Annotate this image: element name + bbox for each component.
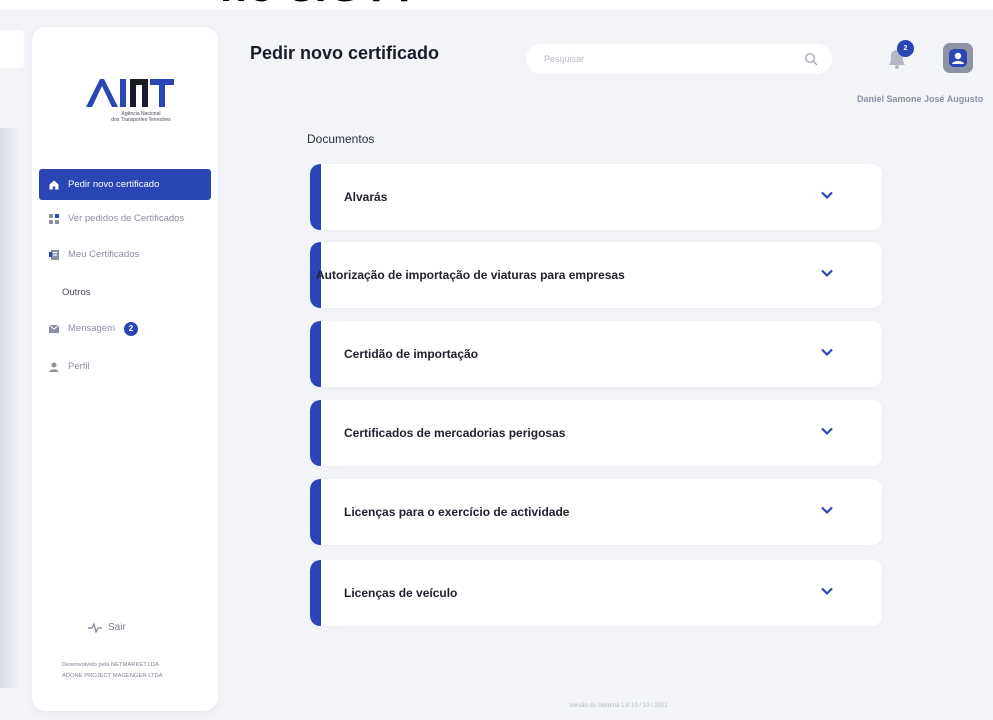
brand-subtitle: Agência Nacional dos Transportes Terrest… (86, 111, 196, 123)
card-accent-bar (310, 560, 321, 626)
document-label: Licenças para o exercício de actividade (344, 505, 570, 519)
document-card-mercadorias-perigosas[interactable]: Certificados de mercadorias perigosas (310, 400, 882, 466)
document-card-licencas-actividade[interactable]: Licenças para o exercício de actividade (310, 479, 882, 545)
chevron-down-icon[interactable] (820, 188, 834, 202)
chevron-down-icon[interactable] (820, 266, 834, 280)
sidebar-item-ver-pedidos[interactable]: Ver pedidos de Certificados (39, 203, 211, 234)
section-title: Documentos (307, 132, 375, 146)
background-cut-text: no siGTT (220, 0, 419, 12)
notification-badge: 2 (897, 40, 914, 57)
document-card-alvaras[interactable]: Alvarás (310, 164, 882, 230)
user-avatar-icon (949, 49, 967, 67)
sidebar: Agência Nacional dos Transportes Terrest… (32, 27, 218, 711)
document-card-licencas-veiculo[interactable]: Licenças de veículo (310, 560, 882, 626)
search-icon[interactable] (804, 52, 818, 66)
background-top (0, 0, 993, 10)
version-footer: Versão do Sistema 1.0 10 / 10 / 2021 (569, 703, 668, 709)
sidebar-item-perfil[interactable]: Perfil (39, 351, 211, 382)
logout-button[interactable]: Sair (88, 622, 126, 633)
sidebar-item-label: Meu Certificados (68, 249, 140, 260)
credits-line2: ADONE PROJECT MAGENGER LTDA (62, 673, 163, 679)
antt-logo-icon (86, 79, 174, 107)
search-input[interactable] (544, 54, 804, 64)
brand-subtitle-line2: dos Transportes Terrestres (111, 117, 171, 123)
brand-logo[interactable]: Agência Nacional dos Transportes Terrest… (82, 75, 192, 145)
pulse-icon (88, 622, 102, 633)
user-name: Daniel Samone José Augusto (857, 94, 984, 104)
home-icon (48, 179, 59, 190)
sidebar-item-label: Mensagem (68, 323, 115, 334)
message-count-badge: 2 (124, 321, 138, 336)
card-accent-bar (310, 400, 321, 466)
document-label: Certidão de importação (344, 347, 479, 361)
grid-icon (48, 213, 59, 224)
credits-line1: Desenvolvido pela NETMARKET.LDA (62, 662, 159, 668)
sidebar-credits: Desenvolvido pela NETMARKET.LDA ADONE PR… (62, 660, 163, 682)
document-label: Alvarás (344, 190, 388, 204)
card-accent-bar (310, 164, 321, 230)
chevron-down-icon[interactable] (820, 503, 834, 517)
card-accent-bar (310, 479, 321, 545)
document-card-certidao[interactable]: Certidão de importação (310, 321, 882, 387)
background-window-edge-lower (0, 128, 18, 688)
chevron-down-icon[interactable] (820, 584, 834, 598)
chevron-down-icon[interactable] (820, 424, 834, 438)
background-window-edge (0, 30, 24, 68)
avatar[interactable] (943, 43, 973, 73)
page-title: Pedir novo certificado (250, 43, 440, 63)
sidebar-item-pedir-novo-certificado[interactable]: Pedir novo certificado (39, 169, 211, 200)
sidebar-item-label: Ver pedidos de Certificados (68, 213, 185, 224)
document-card-autorizacao[interactable]: Autorização de importação de viaturas pa… (310, 242, 882, 308)
document-label: Certificados de mercadorias perigosas (344, 426, 566, 440)
sidebar-item-label: Perfil (68, 361, 90, 372)
card-accent-bar (310, 321, 321, 387)
mail-icon (48, 323, 59, 334)
document-label: Licenças de veículo (344, 586, 458, 600)
chevron-down-icon[interactable] (820, 345, 834, 359)
user-icon (48, 361, 59, 372)
search-bar[interactable] (526, 44, 832, 74)
notifications-button[interactable]: 2 (880, 40, 914, 74)
sidebar-item-mensagem[interactable]: Mensagem 2 (39, 313, 211, 344)
logout-label: Sair (108, 622, 126, 633)
sidebar-item-meu-certificados[interactable]: Meu Certificados (39, 239, 211, 270)
sidebar-section-outros: Outros (62, 287, 91, 298)
document-label: Autorização de importação de viaturas pa… (316, 268, 625, 282)
sidebar-item-label: Pedir novo certificado (68, 179, 160, 190)
certificate-icon (48, 249, 59, 260)
